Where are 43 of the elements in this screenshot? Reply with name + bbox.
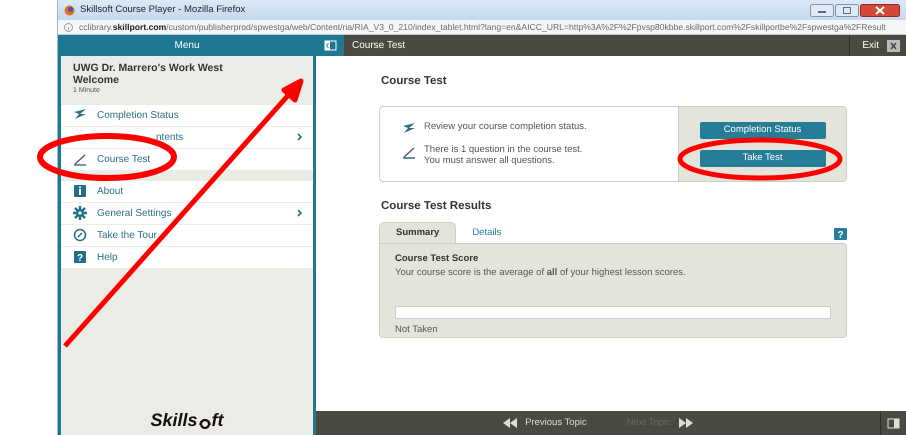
panel-toggle-icon[interactable] — [324, 40, 336, 51]
completion-icon — [402, 122, 416, 136]
menu-item[interactable]: ? Help — [61, 246, 313, 269]
close-icon[interactable] — [860, 4, 900, 16]
action-button[interactable]: Completion Status — [700, 122, 826, 139]
window-title: Skillsoft Course Player - Mozilla Firefox — [80, 2, 246, 17]
score-status: Not Taken — [395, 323, 439, 338]
gear-icon — [73, 206, 87, 220]
menu-item[interactable]: General Settings — [61, 202, 313, 225]
address-bar[interactable]: cclibrary.skillport.com/custom/publisherprod/spwestga/web/Content/ria/RIA_V3_0_210/index_tablet.html?lang=en&AICC_URL=http%3A%2F%2Fpvsp80kbbe.skillport.com%2Fskillportbe%2Fspwestga%2FResult — [58, 20, 906, 35]
info-icon — [73, 184, 87, 198]
menu-header: Menu — [58, 35, 316, 56]
exit-link[interactable]: Exit — [862, 38, 879, 53]
tab[interactable]: Details — [456, 222, 518, 243]
browser-logo-icon — [64, 4, 75, 16]
minimize-icon[interactable] — [810, 4, 834, 16]
menu-item[interactable]: Course Test — [61, 148, 313, 171]
help-icon: ? — [73, 250, 87, 264]
compass-icon — [73, 228, 87, 242]
previous-topic-button[interactable]: Previous Topic — [503, 416, 587, 430]
help-icon[interactable]: ? — [834, 228, 847, 240]
skillsoft-logo: Skills ft — [150, 411, 224, 429]
score-description: Your course score is the average of all of your highest lesson scores. — [395, 266, 687, 280]
menu-item[interactable]: Take the Tour — [61, 224, 313, 247]
pencil-icon — [73, 152, 87, 166]
close-icon[interactable] — [887, 40, 900, 52]
maximize-icon[interactable] — [835, 4, 859, 16]
double-right-icon — [678, 418, 693, 428]
score-title: Course Test Score — [395, 252, 480, 266]
panel-toggle-icon[interactable] — [887, 418, 900, 428]
task-text: Review your course completion status. — [424, 122, 587, 134]
menu-item[interactable]: About — [61, 180, 313, 203]
course-title: UWG Dr. Marrero's Work West Welcome — [73, 62, 224, 86]
section-heading: Course Test — [381, 74, 448, 89]
menu-item[interactable]: Completion Status — [61, 104, 313, 127]
section-heading: Course Test Results — [381, 199, 492, 214]
tab[interactable]: Summary — [379, 222, 456, 243]
info-icon — [64, 22, 73, 32]
task-text: There is 1 question in the course test. You must answer all questions. — [424, 144, 582, 167]
double-left-icon — [503, 418, 518, 428]
action-button[interactable]: Take Test — [700, 150, 826, 167]
page-title: Course Test — [352, 39, 406, 53]
pencil-icon — [402, 144, 416, 159]
